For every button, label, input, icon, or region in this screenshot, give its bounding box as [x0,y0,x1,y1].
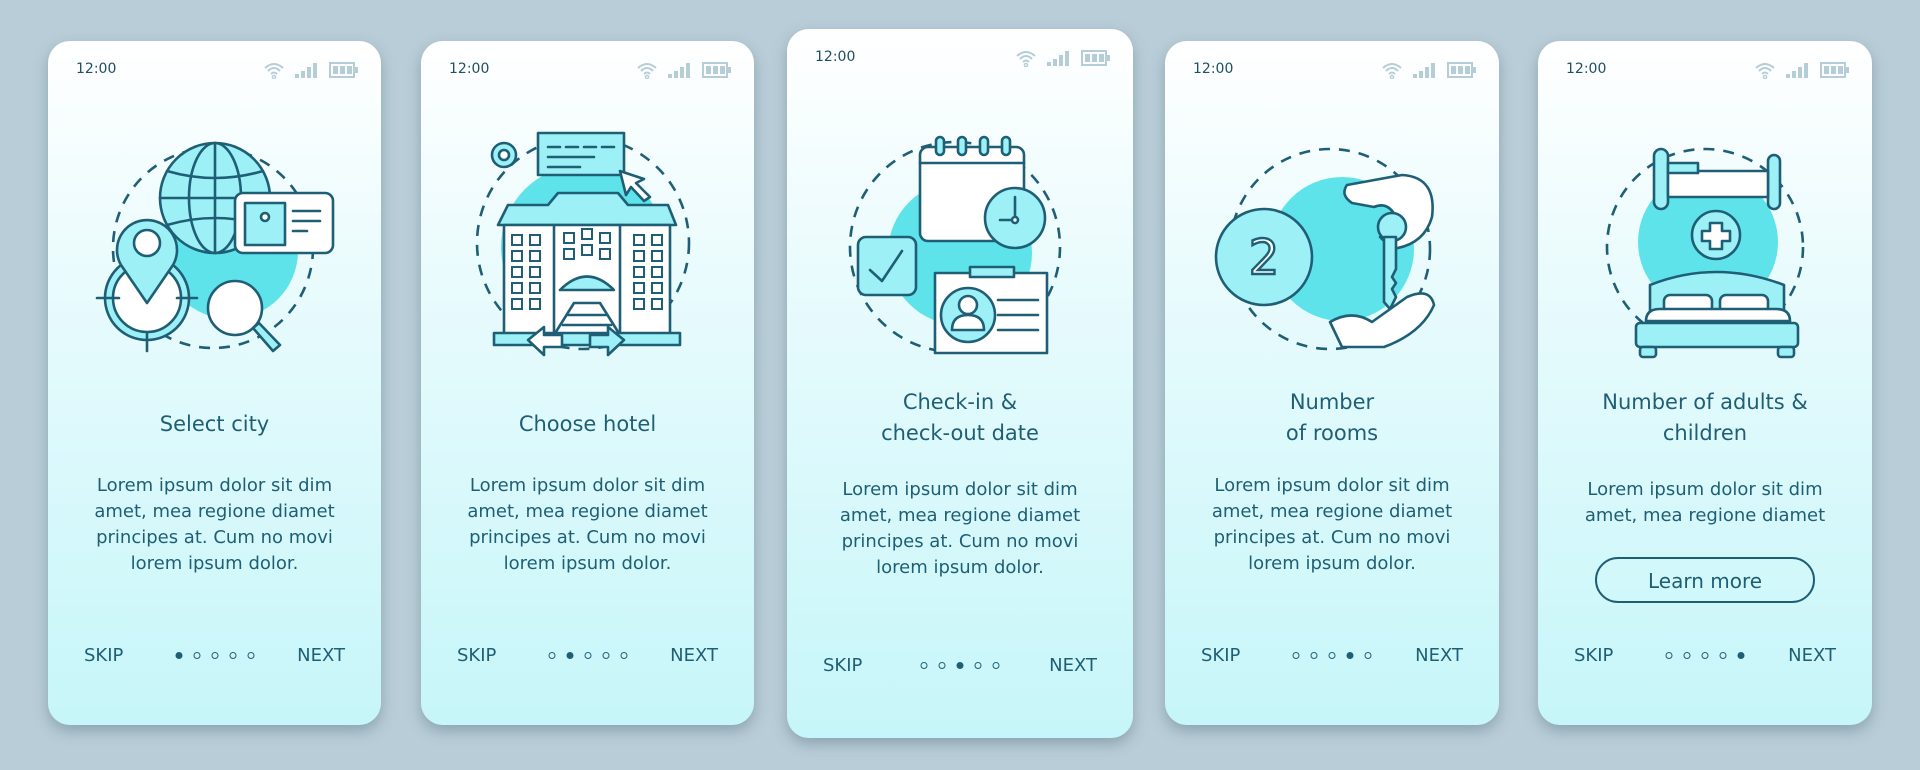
wifi-icon [1755,63,1775,79]
wifi-icon [637,63,657,79]
screen-title: Check-in & check-out date [881,390,1039,445]
page-dot-1[interactable] [920,662,928,669]
status-bar: 12:00 [787,29,1133,89]
guest-badge-icon [933,265,1049,355]
page-dot-3[interactable] [1328,652,1336,659]
page-dot-2[interactable] [1310,652,1318,659]
page-indicator [1665,652,1745,659]
page-dot-5[interactable] [620,652,627,659]
page-dot-5[interactable] [247,652,254,659]
page-dot-1[interactable] [1292,652,1300,659]
page-dot-5[interactable] [992,662,1000,669]
onboarding-nav: SKIP NEXT [421,641,754,671]
page-dot-2[interactable] [566,652,573,659]
skip-button[interactable]: SKIP [823,655,862,676]
signal-icon [1047,51,1069,66]
screen-description: Lorem ipsum dolor sit dim amet, mea regio… [1584,479,1826,526]
page-dot-1[interactable] [548,652,555,659]
page-dot-4[interactable] [974,662,982,669]
status-bar: 12:00 [48,41,381,101]
screen-title: Number of rooms [1285,390,1379,445]
screen-title: Choose hotel [518,412,657,436]
onboarding-nav: SKIP NEXT [1538,641,1872,671]
number-badge-icon: 2 [1214,207,1314,307]
onboarding-screen-adults-children: 12:00 Number of adults & children Lorem i… [1538,41,1872,725]
next-button[interactable]: NEXT [1415,645,1463,666]
skip-button[interactable]: SKIP [84,645,123,666]
onboarding-screen-choose-hotel: 12:00 Choose hotel Lorem ipsum dolor sit… [421,41,754,725]
status-time: 12:00 [449,61,490,77]
hotel-building-illustration [475,131,690,357]
rooms-count: 2 [1249,230,1280,286]
page-dot-4[interactable] [602,652,609,659]
status-bar: 12:00 [1538,41,1872,101]
wifi-icon [1016,51,1036,67]
onboarding-nav: SKIP NEXT [48,641,381,671]
signal-icon [1786,63,1808,78]
status-bar: 12:00 [421,41,754,101]
status-time: 12:00 [1566,61,1607,77]
wifi-icon [264,63,284,79]
skip-button[interactable]: SKIP [1574,645,1613,666]
battery-icon [1820,62,1849,78]
page-dot-4[interactable] [1719,652,1727,659]
learn-more-button[interactable]: Learn more [1595,557,1815,603]
page-dot-3[interactable] [1701,652,1709,659]
onboarding-screen-number-of-rooms: 12:00 2 Number of rooms Lorem ipsum dolor… [1165,41,1499,725]
status-time: 12:00 [76,61,117,77]
signal-icon [1413,63,1435,78]
battery-icon [1447,62,1476,78]
checkbox-icon [856,235,918,297]
skip-button[interactable]: SKIP [1201,645,1240,666]
page-dot-4[interactable] [229,652,236,659]
screen-title: Select city [159,412,270,436]
next-button[interactable]: NEXT [297,645,345,666]
page-dot-2[interactable] [193,652,200,659]
status-time: 12:00 [1193,61,1234,77]
page-indicator [175,652,254,659]
page-indicator [920,662,1000,669]
onboarding-screen-select-city: 12:00 Select city Lorem ipsum dolor sit … [48,41,381,725]
page-dot-1[interactable] [1665,652,1673,659]
page-dot-2[interactable] [938,662,946,669]
screen-description: Lorem ipsum dolor sit dim amet, mea regio… [467,475,708,574]
wifi-icon [1382,63,1402,79]
city-selection-illustration [95,141,334,353]
clock-icon [983,186,1047,250]
onboarding-nav: SKIP NEXT [1165,641,1499,671]
page-indicator [1292,652,1372,659]
screen-title: Number of adults & children [1602,390,1808,445]
page-dot-5[interactable] [1737,652,1745,659]
page-dot-2[interactable] [1683,652,1691,659]
status-time: 12:00 [815,49,856,65]
page-dot-4[interactable] [1346,652,1354,659]
signal-icon [295,63,317,78]
signal-icon [668,63,690,78]
page-dot-5[interactable] [1364,652,1372,659]
page-dot-3[interactable] [211,652,218,659]
next-button[interactable]: NEXT [1788,645,1836,666]
room-key-illustration: 2 [1214,147,1436,351]
screen-description: Lorem ipsum dolor sit dim amet, mea regio… [1211,475,1453,574]
battery-icon [702,62,731,78]
calendar-checkin-illustration [848,135,1062,355]
page-dot-3[interactable] [956,662,964,669]
onboarding-screen-check-in-date: 12:00 Check-in & check-out date Lorem ip… [787,29,1133,738]
screen-description: Lorem ipsum dolor sit dim amet, mea regio… [94,475,335,574]
next-button[interactable]: NEXT [1049,655,1097,676]
page-dot-1[interactable] [175,652,182,659]
next-button[interactable]: NEXT [670,645,718,666]
battery-icon [329,62,358,78]
skip-button[interactable]: SKIP [457,645,496,666]
onboarding-nav: SKIP NEXT [787,651,1133,681]
screen-description: Lorem ipsum dolor sit dim amet, mea regio… [839,479,1081,578]
page-dot-3[interactable] [584,652,591,659]
page-indicator [548,652,627,659]
status-bar: 12:00 [1165,41,1499,101]
battery-icon [1081,50,1110,66]
bed-illustration [1605,147,1805,359]
id-card-icon [233,191,334,255]
